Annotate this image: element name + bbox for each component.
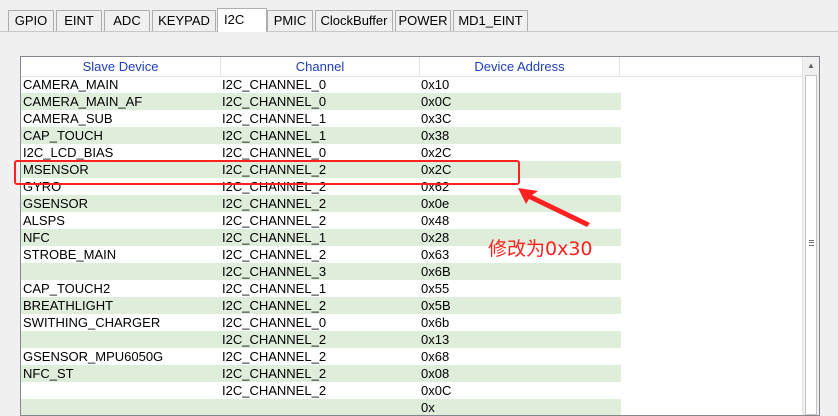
slave-device-cell: GSENSOR_MPU6050G: [23, 349, 164, 364]
channel-cell: I2C_CHANNEL_2: [222, 332, 327, 347]
tab-i2c[interactable]: I2C: [217, 8, 267, 32]
device-address-cell: 0x3C: [421, 111, 452, 126]
tab-pmic[interactable]: PMIC: [267, 10, 313, 31]
slave-device-cell: SWITHING_CHARGER: [23, 315, 161, 330]
table-row[interactable]: CAP_TOUCH I2C_CHANNEL_1 0x38: [21, 127, 621, 144]
device-address-cell: 0x6B: [421, 264, 451, 279]
device-address-cell: 0x55: [421, 281, 450, 296]
channel-cell: I2C_CHANNEL_1: [222, 111, 327, 126]
scroll-up-arrow-icon[interactable]: ▲: [803, 57, 819, 74]
device-address-cell: 0x68: [421, 349, 450, 364]
table-row[interactable]: NFC_ST I2C_CHANNEL_2 0x08: [21, 365, 621, 382]
tab-eint[interactable]: EINT: [56, 10, 102, 31]
channel-cell: I2C_CHANNEL_2: [222, 213, 327, 228]
device-address-cell: 0x6b: [421, 315, 450, 330]
table-row[interactable]: I2C_LCD_BIAS I2C_CHANNEL_0 0x2C: [21, 144, 621, 161]
tab-power[interactable]: POWER: [395, 10, 451, 31]
slave-device-cell: CAMERA_MAIN: [23, 77, 119, 92]
channel-cell: I2C_CHANNEL_1: [222, 230, 327, 245]
slave-device-cell: [23, 382, 218, 399]
vertical-scrollbar[interactable]: ▲: [802, 57, 819, 415]
annotation-arrow-icon: [518, 188, 590, 227]
table-row[interactable]: CAMERA_SUB I2C_CHANNEL_1 0x3C: [21, 110, 621, 127]
channel-cell: I2C_CHANNEL_2: [222, 298, 327, 313]
slave-device-cell: ALSPS: [23, 213, 65, 228]
slave-device-cell: CAMERA_SUB: [23, 111, 113, 126]
table-row[interactable]: BREATHLIGHT I2C_CHANNEL_2 0x5B: [21, 297, 621, 314]
channel-cell: I2C_CHANNEL_2: [222, 383, 327, 398]
channel-cell: I2C_CHANNEL_0: [222, 77, 327, 92]
slave-device-cell: CAMERA_MAIN_AF: [23, 94, 143, 109]
channel-cell: I2C_CHANNEL_2: [222, 366, 327, 381]
device-address-cell: 0x10: [421, 77, 450, 92]
channel-cell: I2C_CHANNEL_2: [222, 247, 327, 262]
tab-clockbuffer[interactable]: ClockBuffer: [315, 10, 393, 31]
slave-device-cell: BREATHLIGHT: [23, 298, 114, 313]
annotation-text: 修改为0x30: [488, 238, 593, 260]
slave-device-cell: [23, 263, 218, 280]
device-address-cell: 0x2C: [421, 145, 452, 160]
tab-md1-eint[interactable]: MD1_EINT: [453, 10, 528, 31]
table-row[interactable]: I2C_CHANNEL_3 0x6B: [21, 263, 621, 280]
slave-device-cell: [23, 399, 218, 415]
slave-device-cell: NFC_ST: [23, 366, 74, 381]
slave-device-cell: NFC: [23, 230, 50, 245]
slave-device-cell: [23, 331, 218, 348]
device-address-cell: 0x38: [421, 128, 450, 143]
tab-keypad[interactable]: KEYPAD: [152, 10, 216, 31]
tab-adc[interactable]: ADC: [104, 10, 150, 31]
scroll-grip-icon: [809, 240, 814, 246]
channel-cell: I2C_CHANNEL_1: [222, 128, 327, 143]
device-address-cell: 0x08: [421, 366, 450, 381]
slave-device-cell: CAP_TOUCH2: [23, 281, 111, 296]
highlight-box: [14, 160, 520, 185]
channel-cell: I2C_CHANNEL_2: [222, 349, 327, 364]
column-header-device-address[interactable]: Device Address: [420, 57, 620, 76]
channel-cell: I2C_CHANNEL_0: [222, 94, 327, 109]
tab-bar: GPIO EINT ADC KEYPAD I2C PMIC ClockBuffe…: [0, 0, 838, 32]
device-address-cell: 0x13: [421, 332, 450, 347]
table-row[interactable]: I2C_CHANNEL_2 0x13: [21, 331, 621, 348]
column-header-slave-device[interactable]: Slave Device: [21, 57, 221, 76]
channel-cell: I2C_CHANNEL_3: [222, 264, 327, 279]
device-address-cell: 0x5B: [421, 298, 451, 313]
list-header: Slave Device Channel Device Address: [21, 57, 806, 77]
channel-cell: I2C_CHANNEL_1: [222, 281, 327, 296]
scroll-thumb[interactable]: [805, 75, 817, 415]
table-row[interactable]: CAP_TOUCH2 I2C_CHANNEL_1 0x55: [21, 280, 621, 297]
table-row[interactable]: 0x: [21, 399, 621, 415]
channel-cell: [222, 399, 417, 415]
table-row[interactable]: GSENSOR_MPU6050G I2C_CHANNEL_2 0x68: [21, 348, 621, 365]
table-row[interactable]: I2C_CHANNEL_2 0x0C: [21, 382, 621, 399]
channel-cell: I2C_CHANNEL_2: [222, 196, 327, 211]
device-address-cell: 0x0C: [421, 94, 452, 109]
device-address-cell: 0x0C: [421, 383, 452, 398]
slave-device-cell: CAP_TOUCH: [23, 128, 103, 143]
table-row[interactable]: CAMERA_MAIN I2C_CHANNEL_0 0x10: [21, 76, 621, 93]
table-row[interactable]: SWITHING_CHARGER I2C_CHANNEL_0 0x6b: [21, 314, 621, 331]
device-address-cell: 0x: [421, 400, 435, 415]
channel-cell: I2C_CHANNEL_0: [222, 315, 327, 330]
slave-device-cell: STROBE_MAIN: [23, 247, 117, 262]
table-row[interactable]: CAMERA_MAIN_AF I2C_CHANNEL_0 0x0C: [21, 93, 621, 110]
slave-device-cell: I2C_LCD_BIAS: [23, 145, 114, 160]
i2c-device-list[interactable]: Slave Device Channel Device Address CAME…: [20, 56, 820, 416]
column-header-channel[interactable]: Channel: [221, 57, 420, 76]
channel-cell: I2C_CHANNEL_0: [222, 145, 327, 160]
slave-device-cell: GSENSOR: [23, 196, 89, 211]
tab-gpio[interactable]: GPIO: [8, 10, 54, 31]
